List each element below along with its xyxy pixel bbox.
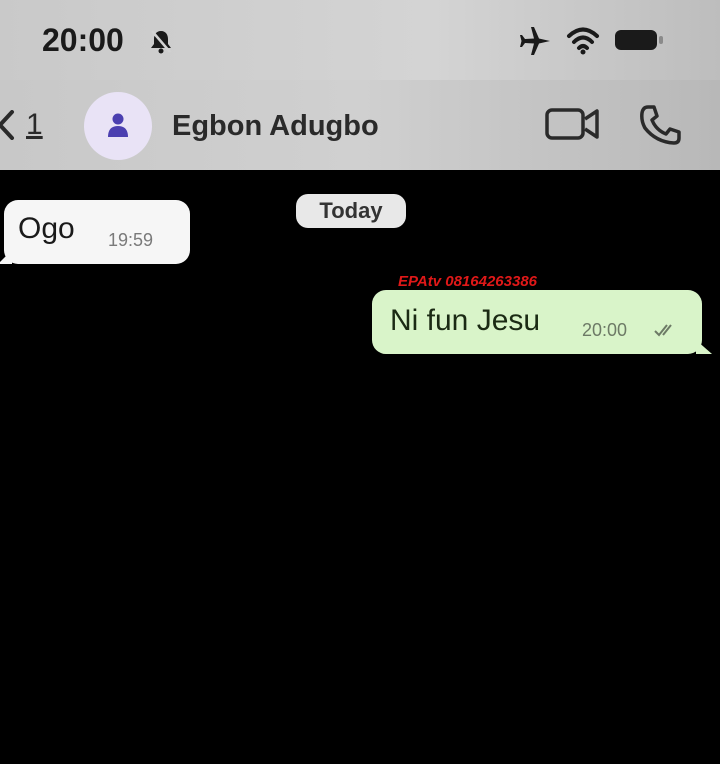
date-chip: Today [296, 194, 406, 228]
video-call-icon[interactable] [544, 106, 600, 142]
message-text: Ogo [18, 212, 75, 245]
message-text: Ni fun Jesu [390, 304, 541, 337]
bell-muted-icon [151, 30, 171, 54]
wifi-icon [567, 27, 599, 55]
status-bar: 20:00 [0, 0, 720, 80]
contact-name[interactable]: Egbon Adugbo [172, 110, 379, 143]
bubble-tail [0, 250, 12, 264]
watermark-text: EPAtv 08164263386 [398, 273, 537, 290]
message-time: 20:00 [582, 320, 628, 340]
avatar[interactable] [84, 92, 152, 160]
read-ticks-icon [654, 324, 672, 337]
back-button[interactable]: 1 [0, 108, 60, 144]
message-outgoing[interactable]: Ni fun Jesu 20:00 [372, 290, 712, 354]
phone-icon[interactable] [638, 104, 682, 146]
message-incoming[interactable]: Ogo 19:59 [0, 200, 190, 264]
unread-count: 1 [26, 108, 43, 141]
airplane-icon [520, 27, 550, 55]
chat-header: 1 Egbon Adugbo [0, 80, 720, 170]
back-chevron-icon [0, 110, 14, 140]
avatar-person-icon [108, 113, 128, 137]
status-time: 20:00 [42, 22, 124, 58]
battery-icon [615, 30, 663, 50]
message-time: 19:59 [108, 230, 154, 250]
bubble-tail [696, 340, 712, 354]
